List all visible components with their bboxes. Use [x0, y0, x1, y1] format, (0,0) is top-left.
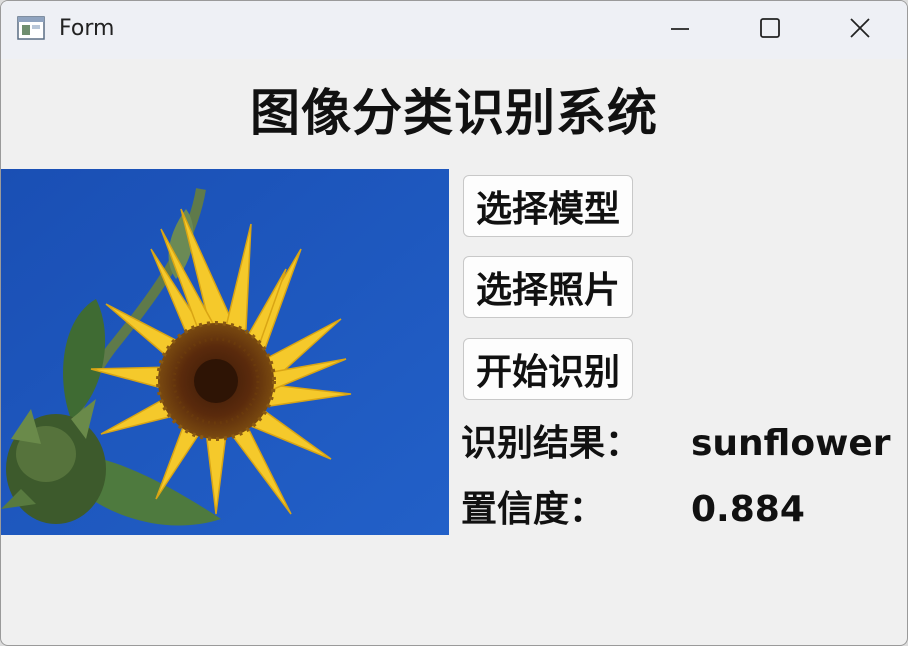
minimize-icon [669, 17, 691, 43]
app-form-icon [17, 16, 45, 40]
page-title: 图像分类识别系统 [250, 84, 658, 142]
maximize-icon [759, 17, 781, 43]
result-value: sunflower [691, 423, 891, 464]
maximize-button[interactable] [725, 1, 815, 59]
confidence-label: 置信度： [461, 489, 606, 530]
preview-image [1, 169, 449, 535]
close-icon [848, 16, 872, 44]
window-title: Form [59, 16, 115, 41]
select-model-button[interactable]: 选择模型 [463, 175, 633, 237]
select-photo-button[interactable]: 选择照片 [463, 256, 633, 318]
close-button[interactable] [815, 1, 905, 59]
start-recognition-button[interactable]: 开始识别 [463, 338, 633, 400]
confidence-value: 0.884 [691, 489, 805, 530]
minimize-button[interactable] [635, 1, 725, 59]
result-label: 识别结果： [461, 423, 642, 464]
app-window: Form 图像分类识别系统 选择模型 选择照片 开始识别 识别结果： sunfl… [0, 0, 908, 646]
title-bar[interactable]: Form [1, 1, 907, 59]
